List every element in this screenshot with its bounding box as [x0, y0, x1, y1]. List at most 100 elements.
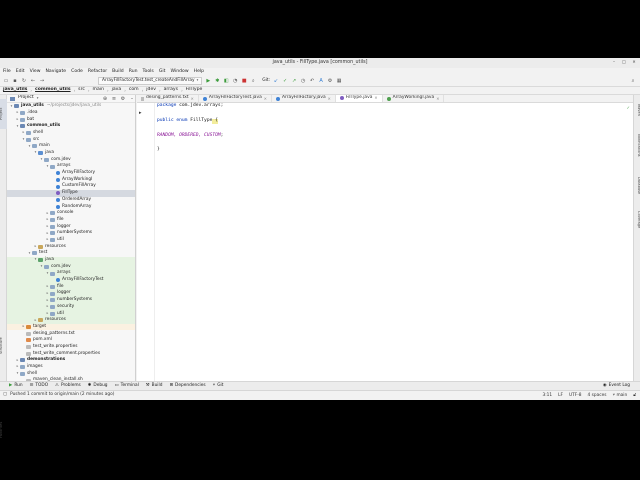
tree-node[interactable]: ▾ main — [7, 143, 135, 150]
caret-position[interactable]: 3:11 — [542, 393, 552, 398]
menu-refactor[interactable]: Refactor — [88, 69, 107, 75]
tree-node[interactable]: ▾ arrays — [7, 270, 135, 277]
tree-node[interactable]: ▾ java — [7, 150, 135, 157]
inspection-ok-icon[interactable]: ✓ — [627, 106, 630, 110]
tool-tab-coverage[interactable]: Coverage — [633, 205, 640, 235]
menu-edit[interactable]: Edit — [16, 69, 25, 75]
tree-node[interactable]: ▾ java_utils ~/projects/jdev/java_utils — [7, 103, 135, 110]
breadcrumb-item[interactable]: java — [112, 88, 122, 93]
tree-node[interactable]: ▸ resources — [7, 243, 135, 250]
git-commit-icon[interactable]: ✓ — [282, 78, 288, 84]
tool-tab-notifications[interactable]: Notifications — [633, 125, 640, 165]
tree-node[interactable]: ▸ security — [7, 303, 135, 311]
stop-icon[interactable]: ■ — [241, 78, 247, 84]
tree-node[interactable]: ▸ file — [7, 283, 135, 291]
editor-tab[interactable]: ArrayFillFactoryTest.java ✕ — [199, 95, 272, 102]
profile-icon[interactable]: ◔ — [232, 78, 238, 84]
menu-file[interactable]: File — [3, 69, 11, 75]
tree-node[interactable]: ▸ util — [7, 237, 135, 244]
breadcrumb-item[interactable]: FillType — [186, 88, 203, 93]
tool-tab-git[interactable]: ⑂ Git — [213, 383, 224, 388]
tool-tab-structure[interactable]: Structure — [0, 331, 7, 361]
tool-tab-terminal[interactable]: ▭ Terminal — [115, 383, 139, 388]
menu-git[interactable]: Git — [159, 69, 166, 75]
menu-build[interactable]: Build — [112, 69, 124, 75]
tool-tab-debug[interactable]: ✱ Debug — [88, 383, 108, 388]
editor-gutter[interactable]: ▸ — [137, 103, 155, 381]
minimize-icon[interactable]: – — [611, 59, 617, 65]
menu-navigate[interactable]: Navigate — [46, 69, 67, 75]
editor-tab[interactable]: ArrayFillFactory.java ✕ — [272, 95, 336, 102]
locate-icon[interactable]: ⊕ — [102, 96, 108, 102]
git-rollback-icon[interactable]: ↶ — [309, 78, 315, 84]
tool-tab-database[interactable]: Database — [633, 171, 640, 201]
menu-tools[interactable]: Tools — [143, 69, 154, 75]
editor-tab[interactable]: ArrayWorkingI.java ✕ — [383, 95, 445, 102]
tree-node[interactable]: ▸ logger — [7, 290, 135, 297]
project-panel-title[interactable]: Project — [18, 96, 34, 101]
run-icon[interactable]: ▶ — [205, 78, 211, 84]
code-area[interactable]: package com.jdev.arrays; public enum Fil… — [157, 103, 625, 381]
breadcrumb-item[interactable]: java_utils — [3, 88, 27, 93]
menu-view[interactable]: View — [30, 69, 41, 75]
tool-tab-problems[interactable]: ⚠ Problems — [55, 383, 81, 388]
git-branch[interactable]: ⑂ main — [613, 393, 628, 398]
git-update-icon[interactable]: ↙ — [273, 78, 279, 84]
tool-tab-dependencies[interactable]: ⊞ Dependencies — [169, 383, 205, 388]
tree-node[interactable]: ▸ util — [7, 310, 135, 317]
save-icon[interactable]: ▪ — [12, 78, 18, 84]
tree-node[interactable]: OrderedArray — [7, 197, 135, 204]
tree-node[interactable]: ▸ images — [7, 364, 135, 371]
tool-tab-build[interactable]: ⚒ Build — [146, 383, 163, 388]
breadcrumb-item[interactable]: arrays — [164, 88, 178, 93]
breadcrumb-item[interactable]: src — [78, 88, 85, 93]
breadcrumb-item[interactable]: jdev — [146, 88, 156, 93]
close-icon[interactable]: ✕ — [374, 96, 377, 100]
search-icon[interactable]: ⌕ — [250, 78, 256, 84]
collapse-all-icon[interactable]: ≡ — [111, 96, 117, 102]
tool-tab-todo[interactable]: ☰ TODO — [30, 383, 49, 388]
close-icon[interactable]: ✕ — [436, 96, 439, 101]
chevron-down-icon[interactable]: ▾ — [37, 96, 39, 100]
breadcrumb-item[interactable]: common_utils — [35, 88, 71, 93]
tree-node[interactable]: ▸ resources — [7, 317, 135, 324]
tree-node[interactable]: ▾ com.jdev — [7, 263, 135, 271]
close-icon[interactable]: ✕ — [191, 96, 194, 101]
tree-node[interactable]: ▾ test — [7, 250, 135, 257]
back-icon[interactable]: ← — [30, 78, 36, 84]
translate-icon[interactable]: A — [318, 78, 324, 84]
tool-tab-project[interactable]: Project — [0, 99, 7, 129]
debug-icon[interactable]: ✱ — [214, 78, 220, 84]
settings-icon[interactable]: ⚙ — [327, 78, 333, 84]
tree-node[interactable]: CustomFillArray — [7, 183, 135, 190]
maximize-icon[interactable]: □ — [621, 59, 627, 65]
editor-tab-active[interactable]: FillType.java ✕ — [335, 95, 383, 102]
close-icon[interactable]: ✕ — [264, 96, 267, 101]
tree-node[interactable]: ▸ target — [7, 323, 135, 331]
settings-icon[interactable]: ⚙ — [120, 96, 126, 102]
file-encoding[interactable]: UTF-8 — [569, 393, 582, 398]
tree-node[interactable]: ArrayFillFactoryTest — [7, 276, 135, 284]
tree-node[interactable]: ▾ arrays — [7, 163, 135, 170]
coverage-icon[interactable]: ◧ — [223, 78, 229, 84]
editor-tab[interactable]: desing_patterns.txt ✕ — [137, 95, 199, 102]
tree-node[interactable]: ArrayFillFactory — [7, 170, 135, 177]
tree-node[interactable]: ▸ shell — [7, 130, 135, 137]
open-folder-icon[interactable]: ▭ — [3, 78, 9, 84]
breadcrumb-item[interactable]: com — [129, 88, 139, 93]
tree-node[interactable]: ▾ com.jdev — [7, 157, 135, 164]
tree-node[interactable]: ▾ java — [7, 256, 135, 264]
search-everywhere-icon[interactable]: ⌕ — [630, 78, 636, 84]
tree-node[interactable]: pom.xml — [7, 337, 135, 344]
close-icon[interactable]: ✕ — [631, 59, 637, 65]
tree-node[interactable]: ▸ demonstrations — [7, 357, 135, 364]
git-push-icon[interactable]: ↗ — [291, 78, 297, 84]
menu-window[interactable]: Window — [170, 69, 188, 75]
run-configuration-select[interactable]: ArrayFillFactoryTest.test_createAndFillA… — [98, 77, 203, 85]
status-message[interactable]: Pushed 1 commit to origin/main (2 minute… — [10, 393, 114, 398]
menu-help[interactable]: Help — [194, 69, 204, 75]
tool-tab-event-log[interactable]: ◉ Event Log — [603, 383, 630, 388]
git-history-icon[interactable]: ◷ — [300, 78, 306, 84]
tree-node[interactable]: RandomArray — [7, 203, 135, 210]
tool-tab-maven[interactable]: Maven — [633, 99, 640, 121]
